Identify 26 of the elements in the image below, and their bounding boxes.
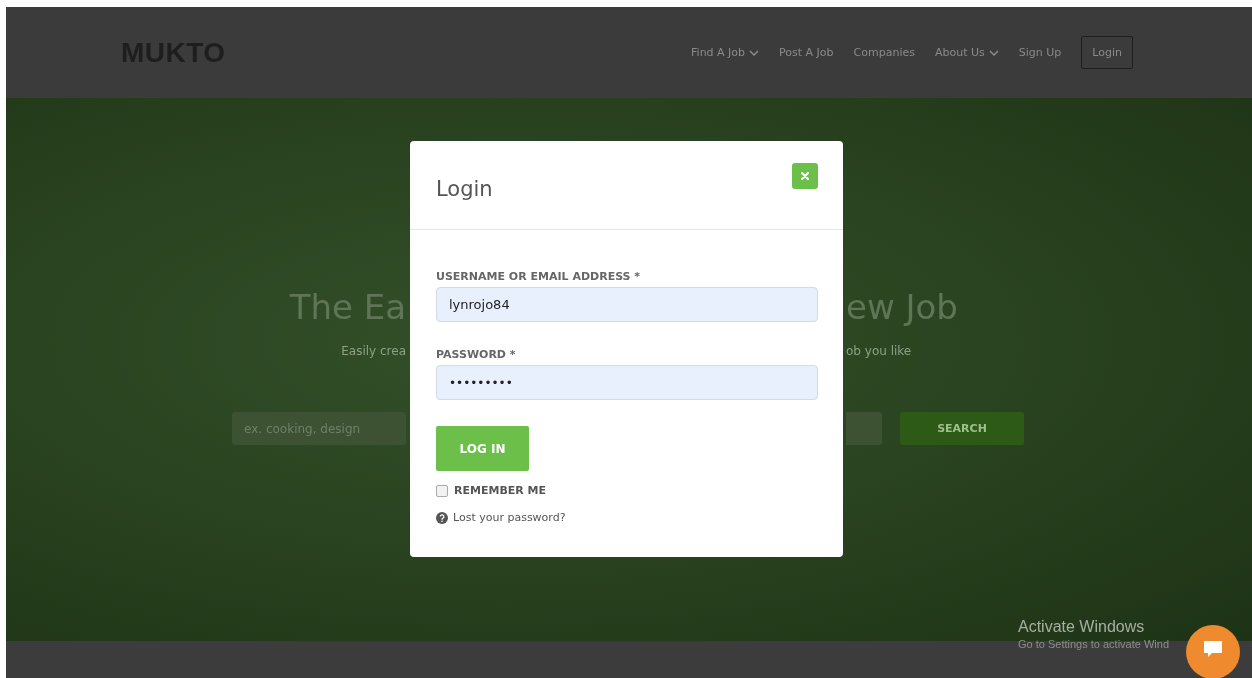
nav-link[interactable]: About Us: [934, 46, 999, 59]
search-button[interactable]: SEARCH: [900, 412, 1024, 445]
chevron-down-icon: [749, 49, 760, 56]
log-in-button[interactable]: LOG IN: [436, 426, 529, 471]
activation-notice-text: Go to Settings to activate Wind: [1018, 638, 1170, 650]
chevron-down-icon: [988, 49, 999, 56]
remember-me-label: REMEMBER ME: [454, 484, 547, 497]
dialog-title: Login: [436, 177, 493, 201]
password-field[interactable]: •••••••••: [436, 365, 818, 400]
field-label: USERNAME OR EMAIL ADDRESS *: [436, 270, 641, 283]
hero-subtitle: Easily crea: [341, 343, 406, 360]
lost-password-link[interactable]: Lost your password?: [453, 511, 566, 524]
chat-bubble-icon: [1203, 640, 1223, 658]
login-button[interactable]: Login: [1081, 36, 1133, 69]
nav-link[interactable]: Companies: [853, 46, 915, 59]
hero-subtitle: ob you like: [846, 343, 912, 360]
close-icon: [800, 171, 810, 181]
close-button[interactable]: [792, 163, 818, 189]
field-label: PASSWORD *: [436, 348, 516, 361]
checkbox[interactable]: [436, 484, 448, 497]
nav-link[interactable]: Find A Job: [691, 46, 760, 59]
username-field[interactable]: lynrojo84: [436, 287, 818, 322]
activation-notice-title: Activate Windows: [1018, 618, 1146, 636]
nav-link[interactable]: Sign Up: [1018, 46, 1062, 59]
nav-link[interactable]: Post A Job: [779, 46, 834, 59]
help-icon: [436, 511, 448, 524]
